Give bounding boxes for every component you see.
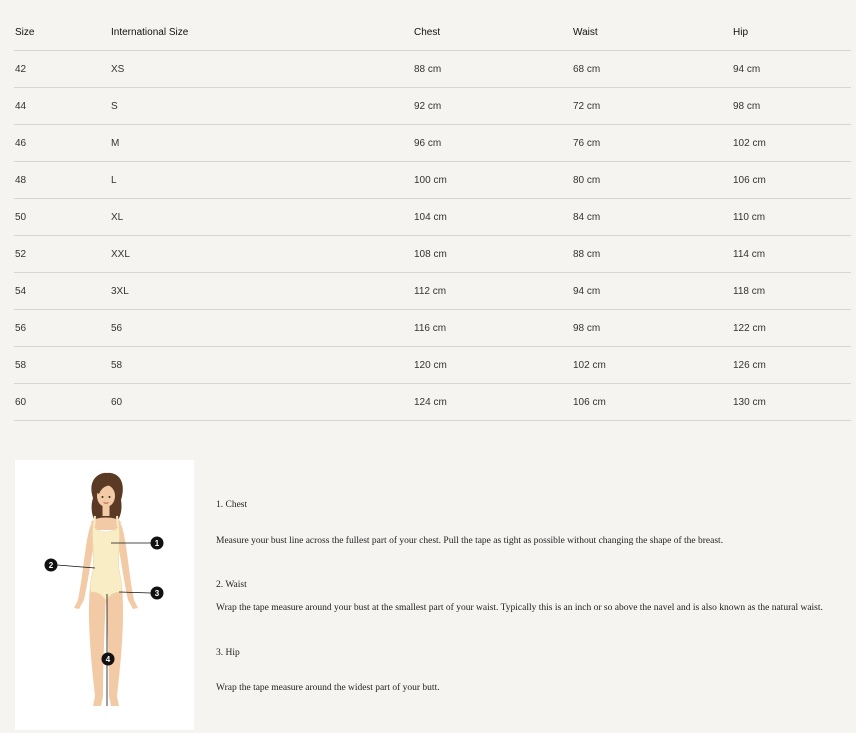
cell-hip: 94 cm	[732, 50, 851, 88]
table-row: 44 S 92 cm 72 cm 98 cm	[14, 87, 851, 125]
hip-line	[118, 591, 152, 594]
cell-international-size: XL	[110, 198, 413, 236]
svg-text:4: 4	[106, 655, 111, 664]
cell-chest: 116 cm	[413, 309, 572, 347]
cell-waist: 72 cm	[572, 87, 732, 125]
chest-heading: 1. Chest	[216, 500, 248, 510]
cell-hip: 110 cm	[732, 198, 851, 236]
cell-hip: 122 cm	[732, 309, 851, 347]
marker-2: 2	[44, 558, 58, 572]
cell-chest: 120 cm	[413, 346, 572, 384]
svg-text:3: 3	[155, 589, 160, 598]
cell-chest: 112 cm	[413, 272, 572, 310]
cell-waist: 88 cm	[572, 235, 732, 273]
header-row: Size International Size Chest Waist Hip	[14, 14, 851, 51]
cell-waist: 80 cm	[572, 161, 732, 199]
cell-waist: 68 cm	[572, 50, 732, 88]
cell-size: 52	[14, 235, 110, 273]
table-row: 50 XL 104 cm 84 cm 110 cm	[14, 198, 851, 236]
cell-international-size: XS	[110, 50, 413, 88]
table-row: 54 3XL 112 cm 94 cm 118 cm	[14, 272, 851, 310]
cell-international-size: M	[110, 124, 413, 162]
cell-chest: 104 cm	[413, 198, 572, 236]
hip-instructions: Wrap the tape measure around the widest …	[216, 683, 440, 693]
cell-hip: 130 cm	[732, 383, 851, 421]
cell-size: 58	[14, 346, 110, 384]
table-row: 60 60 124 cm 106 cm 130 cm	[14, 383, 851, 421]
header-size: Size	[14, 14, 110, 51]
cell-hip: 106 cm	[732, 161, 851, 199]
marker-4: 4	[101, 652, 115, 666]
neck-shape	[102, 506, 110, 516]
cell-international-size: S	[110, 87, 413, 125]
size-chart-body: 42 XS 88 cm 68 cm 94 cm 44 S 92 cm 72 cm…	[14, 50, 851, 421]
marker-1: 1	[150, 536, 164, 550]
waist-instructions: Wrap the tape measure around your bust a…	[216, 603, 823, 613]
marker-3: 3	[150, 586, 164, 600]
cell-international-size: L	[110, 161, 413, 199]
cell-hip: 118 cm	[732, 272, 851, 310]
cell-chest: 108 cm	[413, 235, 572, 273]
cell-hip: 126 cm	[732, 346, 851, 384]
cell-size: 54	[14, 272, 110, 310]
cell-international-size: 3XL	[110, 272, 413, 310]
header-hip: Hip	[732, 14, 851, 51]
header-waist: Waist	[572, 14, 732, 51]
cell-waist: 106 cm	[572, 383, 732, 421]
cell-hip: 98 cm	[732, 87, 851, 125]
cell-chest: 96 cm	[413, 124, 572, 162]
cell-international-size: 58	[110, 346, 413, 384]
svg-text:2: 2	[49, 561, 54, 570]
svg-text:1: 1	[155, 539, 160, 548]
strap-right	[116, 515, 119, 528]
cell-chest: 124 cm	[413, 383, 572, 421]
cell-chest: 100 cm	[413, 161, 572, 199]
header-international-size: International Size	[110, 14, 413, 51]
cell-size: 56	[14, 309, 110, 347]
chest-instructions: Measure your bust line across the fulles…	[216, 536, 724, 546]
size-chart-header: Size International Size Chest Waist Hip	[14, 14, 851, 51]
waist-heading: 2. Waist	[216, 580, 247, 590]
left-leg	[88, 586, 106, 706]
cell-size: 46	[14, 124, 110, 162]
cell-waist: 94 cm	[572, 272, 732, 310]
table-row: 52 XXL 108 cm 88 cm 114 cm	[14, 235, 851, 273]
cell-chest: 92 cm	[413, 87, 572, 125]
cell-chest: 88 cm	[413, 50, 572, 88]
measurement-figure: 1 2 3 4	[15, 460, 194, 730]
cell-size: 44	[14, 87, 110, 125]
cell-international-size: 60	[110, 383, 413, 421]
cell-size: 60	[14, 383, 110, 421]
swimsuit-shape	[89, 525, 123, 603]
strap-left	[93, 515, 96, 528]
right-leg	[106, 586, 124, 706]
table-row: 48 L 100 cm 80 cm 106 cm	[14, 161, 851, 199]
cell-international-size: 56	[110, 309, 413, 347]
cell-international-size: XXL	[110, 235, 413, 273]
cell-size: 48	[14, 161, 110, 199]
header-chest: Chest	[413, 14, 572, 51]
cell-waist: 84 cm	[572, 198, 732, 236]
cell-waist: 98 cm	[572, 309, 732, 347]
eye-left	[101, 496, 104, 498]
table-row: 42 XS 88 cm 68 cm 94 cm	[14, 50, 851, 88]
hip-heading: 3. Hip	[216, 648, 240, 658]
cell-hip: 114 cm	[732, 235, 851, 273]
table-row: 58 58 120 cm 102 cm 126 cm	[14, 346, 851, 384]
table-row: 56 56 116 cm 98 cm 122 cm	[14, 309, 851, 347]
cell-waist: 102 cm	[572, 346, 732, 384]
cell-size: 42	[14, 50, 110, 88]
size-chart-table: Size International Size Chest Waist Hip …	[14, 14, 851, 421]
body-illustration: 1 2 3 4	[44, 472, 164, 706]
cell-hip: 102 cm	[732, 124, 851, 162]
table-row: 46 M 96 cm 76 cm 102 cm	[14, 124, 851, 162]
cell-size: 50	[14, 198, 110, 236]
eye-right	[108, 496, 111, 498]
cell-waist: 76 cm	[572, 124, 732, 162]
